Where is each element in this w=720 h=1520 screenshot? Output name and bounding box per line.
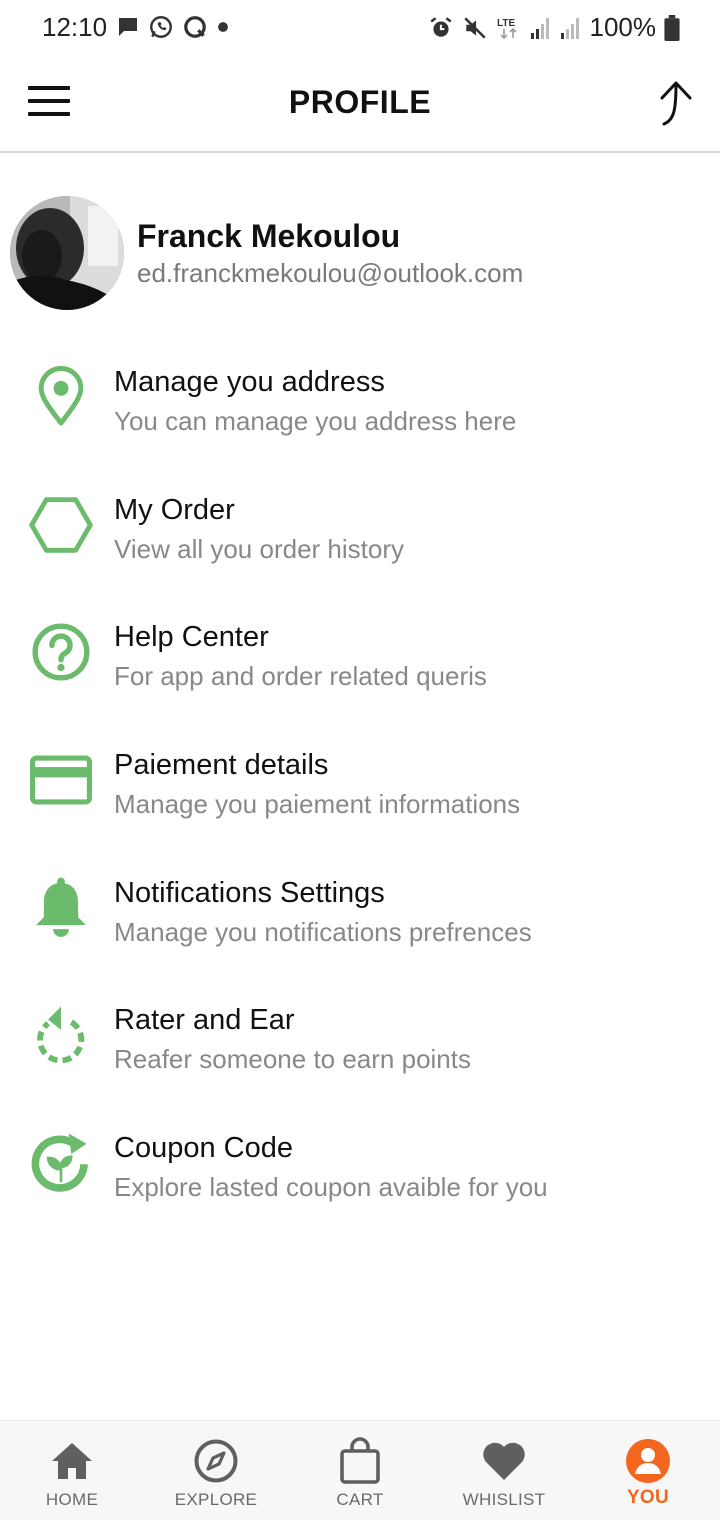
menu-item-title: Paiement details (114, 749, 329, 782)
nav-label: HOME (45, 1490, 99, 1509)
menu-item-title: My Order (114, 493, 235, 526)
nav-label: CART (336, 1490, 384, 1509)
status-time: 12:10 (42, 12, 108, 42)
lte-icon: LTE (497, 18, 517, 39)
menu-item-notifications[interactable]: Notifications Settings Manage you notifi… (0, 851, 720, 979)
nav-label: EXPLORE (174, 1490, 258, 1509)
whatsapp-icon (150, 16, 172, 38)
menu-item-subtitle: View all you order history (114, 533, 404, 564)
signal-icon (560, 17, 579, 39)
battery-icon (664, 14, 680, 41)
status-right-icons: LTE 100% (428, 12, 681, 43)
eco-refresh-icon (26, 1128, 96, 1198)
hexagon-icon (26, 490, 96, 560)
mute-icon (463, 16, 486, 39)
nav-wishlist[interactable]: WHISLIST (432, 1421, 576, 1520)
menu-item-title: Manage you address (114, 366, 385, 398)
avatar-photo (10, 196, 124, 310)
profile-menu-list: Manage you address You can manage you ad… (0, 340, 720, 1234)
menu-item-subtitle: Manage you notifications prefrences (114, 916, 532, 947)
menu-item-payment[interactable]: Paiement details Manage you paiement inf… (0, 723, 720, 851)
profile-header: Franck Mekoulou ed.franckmekoulou@outloo… (10, 196, 710, 312)
refresh-icon (26, 1000, 96, 1070)
menu-item-title: Coupon Code (114, 1132, 293, 1165)
bell-icon (26, 873, 96, 943)
menu-item-subtitle: For app and order related queris (114, 661, 487, 692)
menu-item-refer[interactable]: Rater and Ear Reafer someone to earn poi… (0, 978, 720, 1106)
menu-item-subtitle: Reafer someone to earn points (114, 1044, 471, 1075)
user-icon (624, 1437, 672, 1485)
menu-item-title: Notifications Settings (114, 876, 385, 909)
nav-you[interactable]: YOU (576, 1421, 720, 1520)
menu-item-subtitle: Explore lasted coupon avaible for you (114, 1172, 548, 1203)
user-email: ed.franckmekoulou@outlook.com (137, 258, 524, 288)
battery-percent: 100% (589, 12, 657, 42)
compass-icon (192, 1437, 240, 1485)
chat-bubble-icon (184, 16, 206, 38)
nav-label: WHISLIST (462, 1490, 546, 1509)
home-icon (48, 1437, 96, 1485)
menu-item-orders[interactable]: My Order View all you order history (0, 468, 720, 596)
bottom-nav: HOME EXPLORE CART WHISLIST YOU (0, 1420, 720, 1520)
share-arrow-icon[interactable] (656, 80, 696, 126)
menu-item-address[interactable]: Manage you address You can manage you ad… (0, 340, 720, 468)
message-icon (119, 18, 137, 36)
credit-card-icon (26, 745, 96, 815)
nav-home[interactable]: HOME (0, 1421, 144, 1520)
menu-item-subtitle: Manage you paiement informations (114, 789, 521, 820)
menu-item-help-center[interactable]: Help Center For app and order related qu… (0, 595, 720, 723)
svg-text:LTE: LTE (497, 18, 515, 29)
user-name: Franck Mekoulou (137, 218, 401, 254)
heart-icon (480, 1437, 528, 1485)
status-bar: 12:10 LTE 100% (0, 0, 720, 56)
alarm-icon (429, 16, 452, 37)
page-title: PROFILE (288, 84, 432, 120)
menu-item-title: Help Center (114, 621, 269, 654)
status-left-icons (116, 14, 230, 40)
shopping-bag-icon (336, 1437, 384, 1485)
signal-icon (530, 17, 549, 39)
nav-explore[interactable]: EXPLORE (144, 1421, 288, 1520)
location-pin-icon (26, 362, 96, 432)
dot-icon (218, 22, 228, 32)
menu-item-subtitle: You can manage you address here (114, 406, 517, 436)
nav-cart[interactable]: CART (288, 1421, 432, 1520)
avatar[interactable] (10, 196, 124, 310)
app-bar: PROFILE (0, 56, 720, 153)
nav-label: YOU (626, 1487, 670, 1508)
menu-item-coupon[interactable]: Coupon Code Explore lasted coupon avaibl… (0, 1106, 720, 1234)
menu-item-title: Rater and Ear (114, 1004, 295, 1037)
help-circle-icon (26, 617, 96, 687)
